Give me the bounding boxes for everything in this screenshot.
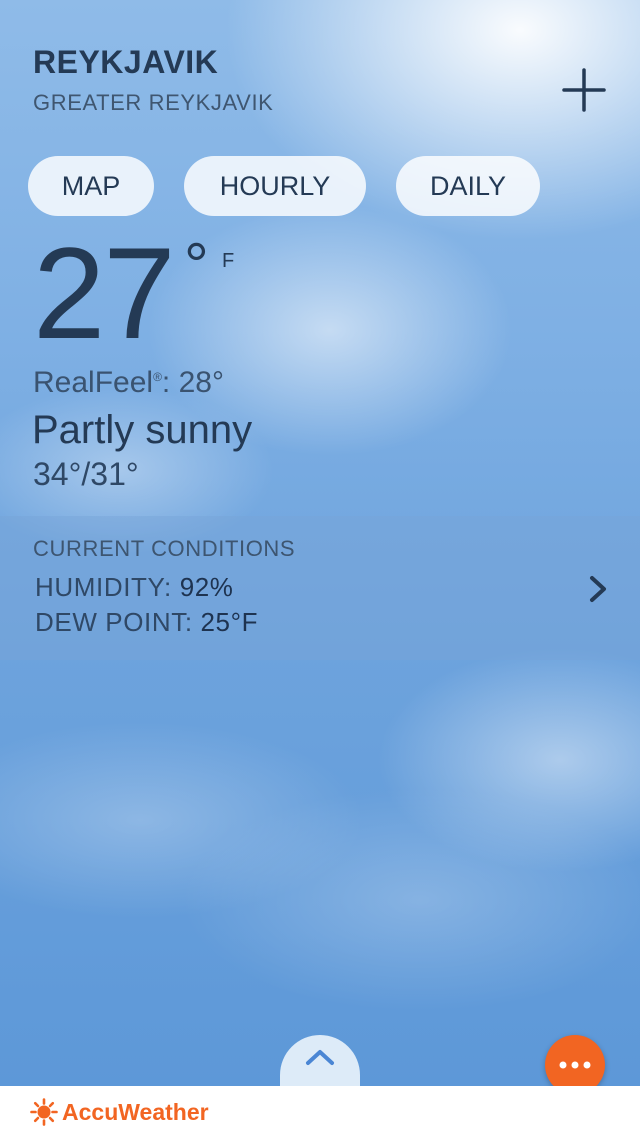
realfeel-label: RealFeel	[33, 366, 154, 399]
current-temperature: 27	[33, 220, 176, 366]
humidity-value: 92%	[179, 572, 234, 602]
city-name: REYKJAVIK	[33, 44, 219, 80]
tab-map[interactable]: MAP	[28, 156, 154, 216]
add-location-button[interactable]	[558, 64, 610, 116]
dew-point-label: DEW POINT:	[35, 607, 193, 637]
current-conditions-panel[interactable]: CURRENT CONDITIONS HUMIDITY: 92% DEW POI…	[0, 516, 640, 660]
footer-bar: AccuWeather	[0, 1086, 640, 1136]
humidity-row: HUMIDITY: 92%	[35, 572, 234, 603]
tab-daily[interactable]: DAILY	[396, 156, 540, 216]
temperature-degree-symbol: °	[184, 231, 209, 300]
tab-map-label: MAP	[61, 170, 121, 201]
tab-daily-label: DAILY	[429, 170, 507, 201]
ellipsis-icon	[559, 1061, 591, 1069]
humidity-label: HUMIDITY:	[35, 572, 172, 602]
tab-hourly-label: HOURLY	[219, 170, 331, 201]
current-conditions-title: CURRENT CONDITIONS	[33, 536, 296, 561]
dew-point-row: DEW POINT: 25°F	[35, 607, 258, 638]
plus-icon	[562, 68, 606, 112]
dew-point-value: 25°F	[200, 607, 259, 637]
region-name: GREATER REYKJAVIK	[33, 90, 274, 115]
sun-logo-icon	[30, 1098, 58, 1126]
realfeel: RealFeel®: 28°	[33, 366, 224, 400]
realfeel-value: : 28°	[161, 366, 224, 399]
weather-condition: Partly sunny	[32, 408, 253, 452]
chevron-right-icon	[585, 574, 611, 604]
registered-mark: ®	[153, 370, 162, 384]
chevron-up-icon	[306, 1050, 334, 1065]
brand-name: AccuWeather	[62, 1098, 209, 1125]
brand-logo: AccuWeather	[30, 1098, 209, 1126]
expand-panel-button[interactable]	[280, 1035, 360, 1086]
tab-hourly[interactable]: HOURLY	[184, 156, 366, 216]
temperature-unit: F	[222, 250, 235, 272]
high-low-temperature: 34°/31°	[33, 456, 139, 492]
